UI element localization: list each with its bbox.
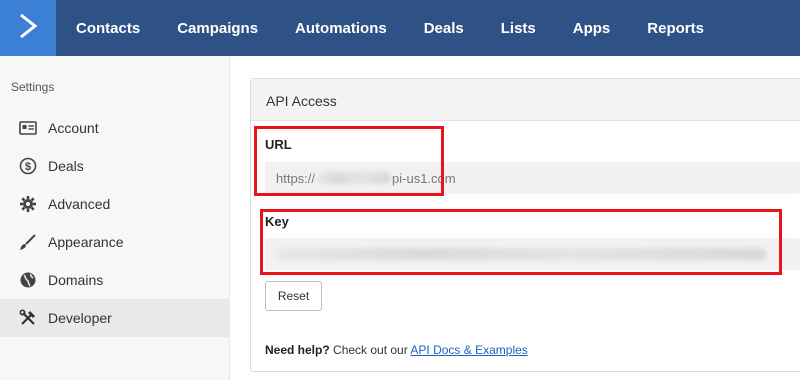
nav-item-deals[interactable]: Deals	[424, 20, 464, 37]
sidebar-item-label: Advanced	[48, 196, 111, 212]
nav-item-campaigns[interactable]: Campaigns	[177, 20, 258, 37]
tools-icon	[18, 308, 38, 328]
key-highlight-box	[260, 209, 782, 275]
sidebar-heading: Settings	[11, 80, 55, 94]
globe-icon	[18, 270, 38, 290]
brush-icon	[18, 232, 38, 252]
top-nav-bar: Contacts Campaigns Automations Deals Lis…	[0, 0, 800, 56]
id-card-icon	[18, 118, 38, 138]
nav-item-contacts[interactable]: Contacts	[76, 20, 140, 37]
url-highlight-box	[254, 126, 444, 196]
nav-item-lists[interactable]: Lists	[501, 20, 536, 37]
sidebar-item-domains[interactable]: Domains	[0, 261, 230, 299]
sidebar-item-label: Appearance	[48, 234, 124, 250]
nav-item-reports[interactable]: Reports	[647, 20, 704, 37]
settings-sidebar: Settings Account $ Deals Advanced Appear…	[0, 56, 230, 380]
help-prefix: Need help?	[265, 343, 330, 357]
help-text: Need help? Check out our API Docs & Exam…	[265, 343, 528, 357]
nav-item-automations[interactable]: Automations	[295, 20, 387, 37]
api-docs-link[interactable]: API Docs & Examples	[410, 343, 527, 357]
sidebar-item-account[interactable]: Account	[0, 109, 230, 147]
chevron-right-icon	[17, 13, 39, 44]
reset-button[interactable]: Reset	[265, 281, 322, 311]
nav-item-apps[interactable]: Apps	[573, 20, 611, 37]
sidebar-item-deals[interactable]: $ Deals	[0, 147, 230, 185]
main-nav: Contacts Campaigns Automations Deals Lis…	[56, 0, 721, 56]
sidebar-item-developer[interactable]: Developer	[0, 299, 230, 337]
sidebar-item-label: Deals	[48, 158, 84, 174]
sidebar-item-label: Account	[48, 120, 99, 136]
gear-icon	[18, 194, 38, 214]
panel-header: API Access	[251, 79, 800, 121]
svg-text:$: $	[25, 161, 31, 173]
sidebar-item-label: Domains	[48, 272, 104, 288]
sidebar-item-appearance[interactable]: Appearance	[0, 223, 230, 261]
sidebar-item-advanced[interactable]: Advanced	[0, 185, 230, 223]
dollar-icon: $	[18, 156, 38, 176]
app-logo[interactable]	[0, 0, 56, 56]
help-middle: Check out our	[329, 343, 411, 357]
sidebar-item-label: Developer	[48, 310, 112, 326]
panel-title: API Access	[266, 93, 337, 109]
